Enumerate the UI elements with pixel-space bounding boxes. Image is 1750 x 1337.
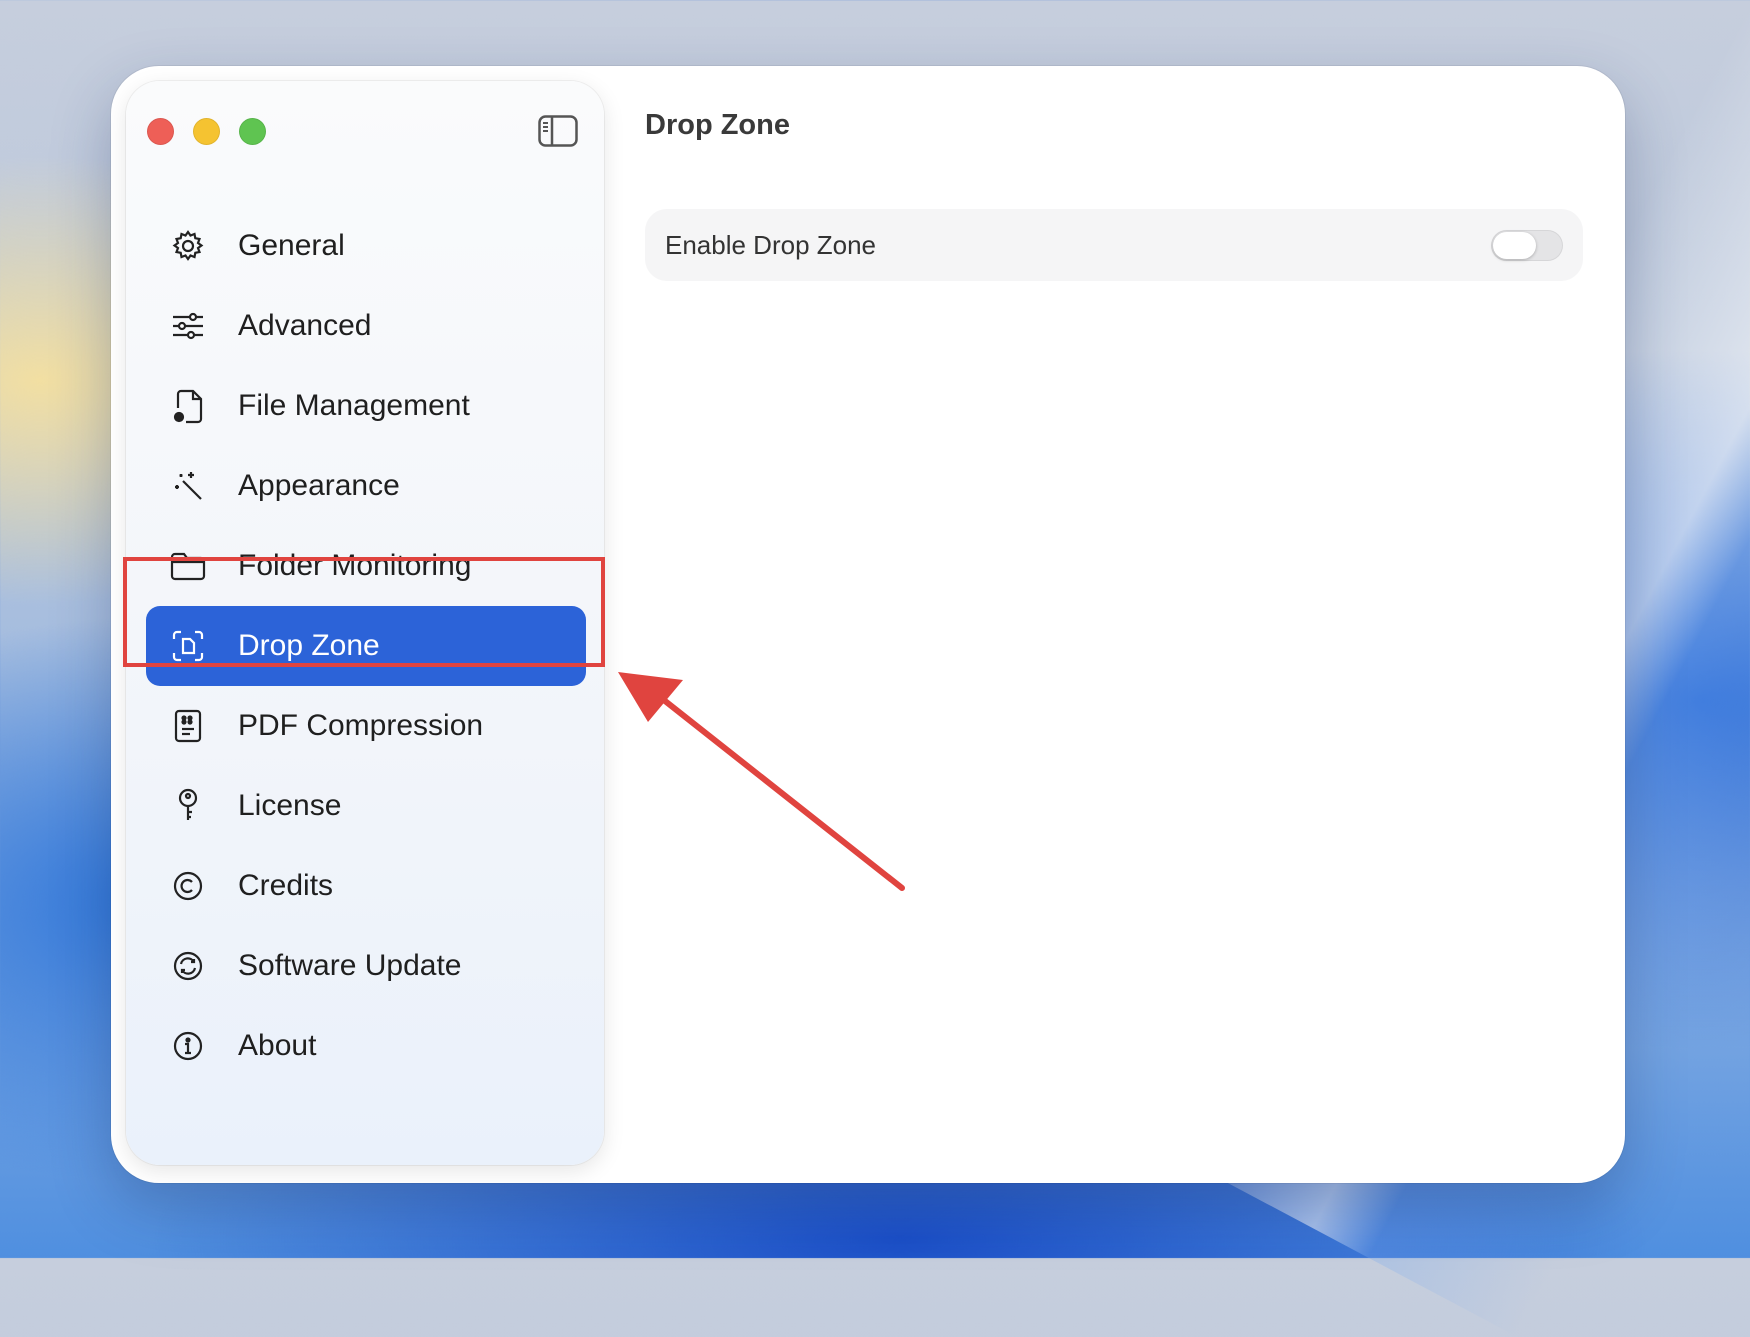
sidebar-item-label: Software Update [238, 949, 462, 982]
magic-wand-icon [170, 468, 206, 504]
compressed-doc-icon [170, 708, 206, 744]
minimize-window-button[interactable] [193, 118, 220, 145]
key-icon [170, 788, 206, 824]
sidebar-item-credits[interactable]: Credits [146, 846, 586, 926]
sidebar-item-license[interactable]: License [146, 766, 586, 846]
sliders-icon [170, 308, 206, 344]
close-window-button[interactable] [147, 118, 174, 145]
enable-drop-zone-toggle[interactable] [1491, 230, 1563, 261]
sidebar-item-label: License [238, 789, 342, 822]
copyright-icon [170, 868, 206, 904]
enable-drop-zone-row: Enable Drop Zone [645, 209, 1583, 281]
page-title: Drop Zone [645, 109, 790, 141]
enable-drop-zone-label: Enable Drop Zone [665, 230, 877, 260]
sidebar-item-advanced[interactable]: Advanced [146, 286, 586, 366]
sidebar-item-general[interactable]: General [146, 206, 586, 286]
sidebar-item-software-update[interactable]: Software Update [146, 926, 586, 1006]
zoom-window-button[interactable] [239, 118, 266, 145]
sidebar-toggle-icon[interactable] [538, 115, 578, 147]
document-gear-icon [170, 388, 206, 424]
sidebar-item-pdf-compression[interactable]: PDF Compression [146, 686, 586, 766]
sidebar-item-label: Appearance [238, 469, 400, 502]
sidebar-item-label: Credits [238, 869, 334, 902]
sidebar-item-file-management[interactable]: File Management [146, 366, 586, 446]
sidebar-item-about[interactable]: About [146, 1006, 586, 1086]
refresh-circle-icon [170, 948, 206, 984]
sidebar-item-label: File Management [238, 389, 470, 422]
info-icon [170, 1028, 206, 1064]
sidebar-item-label: General [238, 229, 345, 262]
sidebar-item-appearance[interactable]: Appearance [146, 446, 586, 526]
sidebar-item-label: PDF Compression [238, 709, 484, 742]
gear-icon [170, 228, 206, 264]
toggle-knob [1493, 232, 1536, 259]
sidebar-item-label: Advanced [238, 309, 372, 342]
sidebar-item-label: About [238, 1029, 317, 1062]
highlight-box [123, 557, 605, 667]
